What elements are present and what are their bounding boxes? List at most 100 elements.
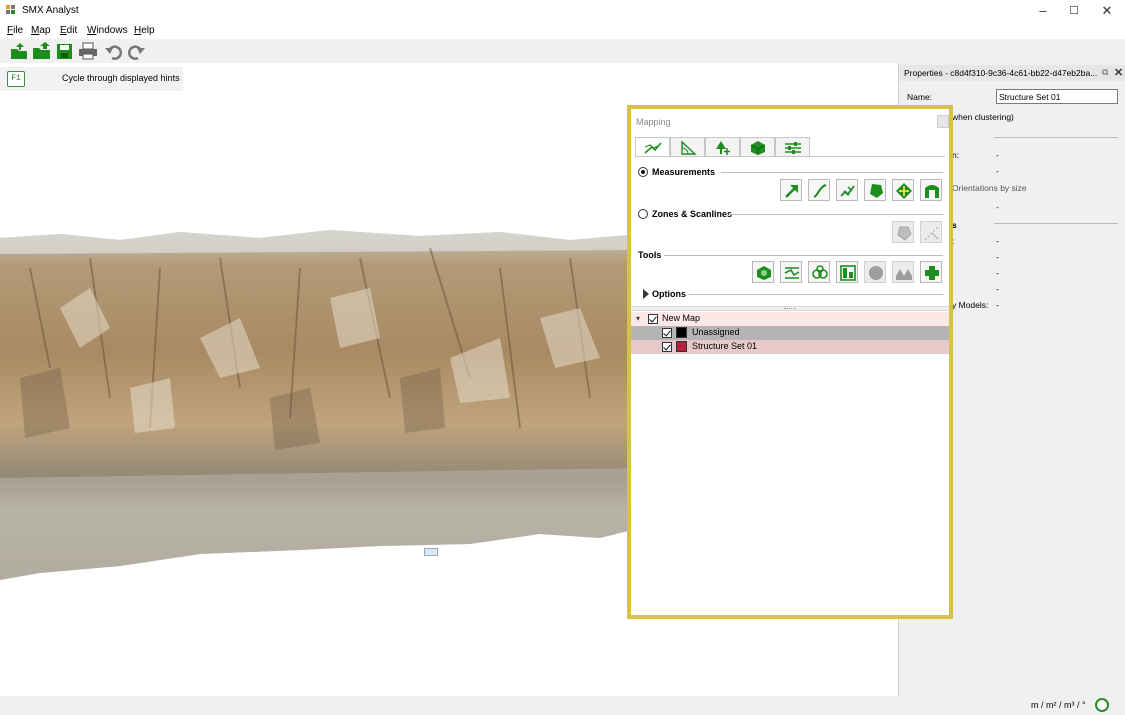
tool-layout-button[interactable] bbox=[836, 261, 858, 283]
minimize-button[interactable]: – bbox=[1026, 0, 1060, 22]
property-value: - bbox=[996, 150, 999, 160]
tab-settings[interactable] bbox=[775, 137, 810, 157]
panel-splitter[interactable] bbox=[631, 306, 949, 311]
clustering-row: when clustering) bbox=[952, 112, 1014, 122]
redo-button[interactable] bbox=[126, 42, 146, 60]
scanline-button[interactable] bbox=[920, 221, 942, 243]
options-expand-icon[interactable] bbox=[643, 289, 649, 299]
property-value: - bbox=[996, 284, 999, 294]
property-label: n: bbox=[952, 150, 960, 160]
measurements-radio[interactable] bbox=[638, 167, 648, 177]
title-bar: SMX Analyst – ☐ ✕ bbox=[0, 0, 1125, 22]
save-button[interactable] bbox=[55, 42, 75, 60]
orientations-label: Orientations by size bbox=[952, 183, 1027, 193]
open-folder-icon bbox=[33, 42, 50, 59]
print-icon bbox=[79, 42, 97, 60]
zones-radio[interactable] bbox=[638, 209, 648, 219]
tool-disabled-wave-button[interactable] bbox=[892, 261, 914, 283]
measurements-label: Measurements bbox=[652, 167, 716, 177]
name-field[interactable] bbox=[996, 89, 1118, 104]
open-button[interactable] bbox=[9, 42, 29, 60]
hint-key-badge[interactable]: F1 bbox=[7, 71, 25, 87]
tree-checkbox[interactable] bbox=[662, 342, 672, 352]
tree-row-structure-set[interactable]: Structure Set 01 bbox=[631, 340, 949, 354]
property-value: - bbox=[996, 166, 999, 176]
menu-map[interactable]: Map bbox=[31, 25, 50, 36]
open-folder-button[interactable] bbox=[32, 42, 52, 60]
trace-icon bbox=[840, 185, 855, 197]
options-label[interactable]: Options bbox=[652, 289, 686, 299]
name-label: Name: bbox=[907, 92, 933, 102]
plus-icon bbox=[925, 266, 939, 280]
tab-vegetation[interactable] bbox=[705, 137, 740, 157]
color-swatch[interactable] bbox=[676, 327, 687, 338]
status-info-icon[interactable] bbox=[1095, 698, 1109, 712]
hint-bar: F1 Cycle through displayed hints bbox=[0, 67, 183, 91]
polyline-icon bbox=[813, 184, 827, 198]
float-panel-icon[interactable]: ⧉ bbox=[1102, 67, 1108, 78]
separator bbox=[994, 223, 1118, 224]
tools-label: Tools bbox=[638, 250, 662, 260]
menu-file[interactable]: File bbox=[7, 25, 23, 36]
tool-disabled-circle-button[interactable] bbox=[864, 261, 886, 283]
cluster-icon bbox=[757, 266, 771, 280]
tab-solids[interactable] bbox=[740, 137, 775, 157]
measurements-tab-icon bbox=[644, 142, 662, 154]
menu-edit[interactable]: Edit bbox=[60, 25, 77, 36]
undo-button[interactable] bbox=[104, 42, 124, 60]
model-marker-icon[interactable] bbox=[424, 548, 438, 556]
stereonet-icon bbox=[812, 265, 828, 279]
units-indicator[interactable]: m / m² / m³ / ° bbox=[1031, 700, 1086, 710]
collapse-icon[interactable]: ▾ bbox=[636, 314, 640, 323]
measure-area-button[interactable] bbox=[892, 179, 914, 201]
tool-add-button[interactable] bbox=[920, 261, 942, 283]
save-icon bbox=[57, 44, 72, 59]
maximize-button[interactable]: ☐ bbox=[1057, 0, 1091, 22]
measure-tunnel-button[interactable] bbox=[920, 179, 942, 201]
tree-row-new-map[interactable]: ▾ New Map bbox=[631, 312, 949, 326]
close-panel-icon[interactable]: ✕ bbox=[1114, 66, 1123, 79]
measure-polyline-button[interactable] bbox=[808, 179, 830, 201]
print-button[interactable] bbox=[78, 42, 98, 60]
close-button[interactable]: ✕ bbox=[1090, 0, 1124, 22]
zone-polygon-icon bbox=[897, 226, 912, 241]
solids-tab-icon bbox=[750, 141, 766, 155]
tab-measurements[interactable] bbox=[635, 137, 670, 158]
mapping-panel: Mapping Measurements Zones & Scanlines T… bbox=[627, 105, 953, 619]
menu-windows[interactable]: Windows bbox=[87, 25, 128, 36]
tool-stereonet-button[interactable] bbox=[808, 261, 830, 283]
properties-header: Properties - c8d4f310-9c36-4c61-bb22-d47… bbox=[899, 65, 1125, 81]
profile-icon bbox=[784, 267, 800, 279]
vegetation-tab-icon bbox=[716, 141, 730, 155]
color-swatch[interactable] bbox=[676, 341, 687, 352]
tree-checkbox[interactable] bbox=[662, 328, 672, 338]
menu-help[interactable]: Help bbox=[134, 25, 155, 36]
tree-label: New Map bbox=[662, 313, 701, 323]
measure-vector-button[interactable] bbox=[780, 179, 802, 201]
property-value: - bbox=[996, 202, 999, 212]
separator bbox=[721, 172, 943, 173]
tree-checkbox[interactable] bbox=[648, 314, 658, 324]
properties-title: Properties - c8d4f310-9c36-4c61-bb22-d47… bbox=[904, 68, 1098, 78]
scanline-icon bbox=[924, 225, 940, 241]
zones-label: Zones & Scanlines bbox=[652, 209, 733, 219]
app-logo-icon bbox=[6, 5, 18, 17]
zone-polygon-button[interactable] bbox=[892, 221, 914, 243]
tool-profile-button[interactable] bbox=[780, 261, 802, 283]
redo-icon bbox=[128, 45, 145, 60]
disabled-wave-icon bbox=[896, 269, 912, 280]
property-value: - bbox=[996, 300, 999, 310]
property-value: - bbox=[996, 252, 999, 262]
main-toolbar bbox=[0, 39, 1125, 63]
measure-trace-button[interactable] bbox=[836, 179, 858, 201]
splitter-grip bbox=[784, 308, 796, 309]
tab-angles[interactable] bbox=[670, 137, 705, 157]
measure-polygon-button[interactable] bbox=[864, 179, 886, 201]
layout-icon bbox=[840, 265, 856, 281]
mapping-dock-button[interactable] bbox=[937, 115, 949, 128]
tool-cluster-button[interactable] bbox=[752, 261, 774, 283]
models-label: y Models: bbox=[952, 300, 989, 310]
rock-face-model[interactable] bbox=[0, 228, 640, 588]
tree-row-unassigned[interactable]: Unassigned bbox=[631, 326, 949, 340]
application-window: SMX Analyst – ☐ ✕ File Map Edit Windows … bbox=[0, 0, 1125, 715]
